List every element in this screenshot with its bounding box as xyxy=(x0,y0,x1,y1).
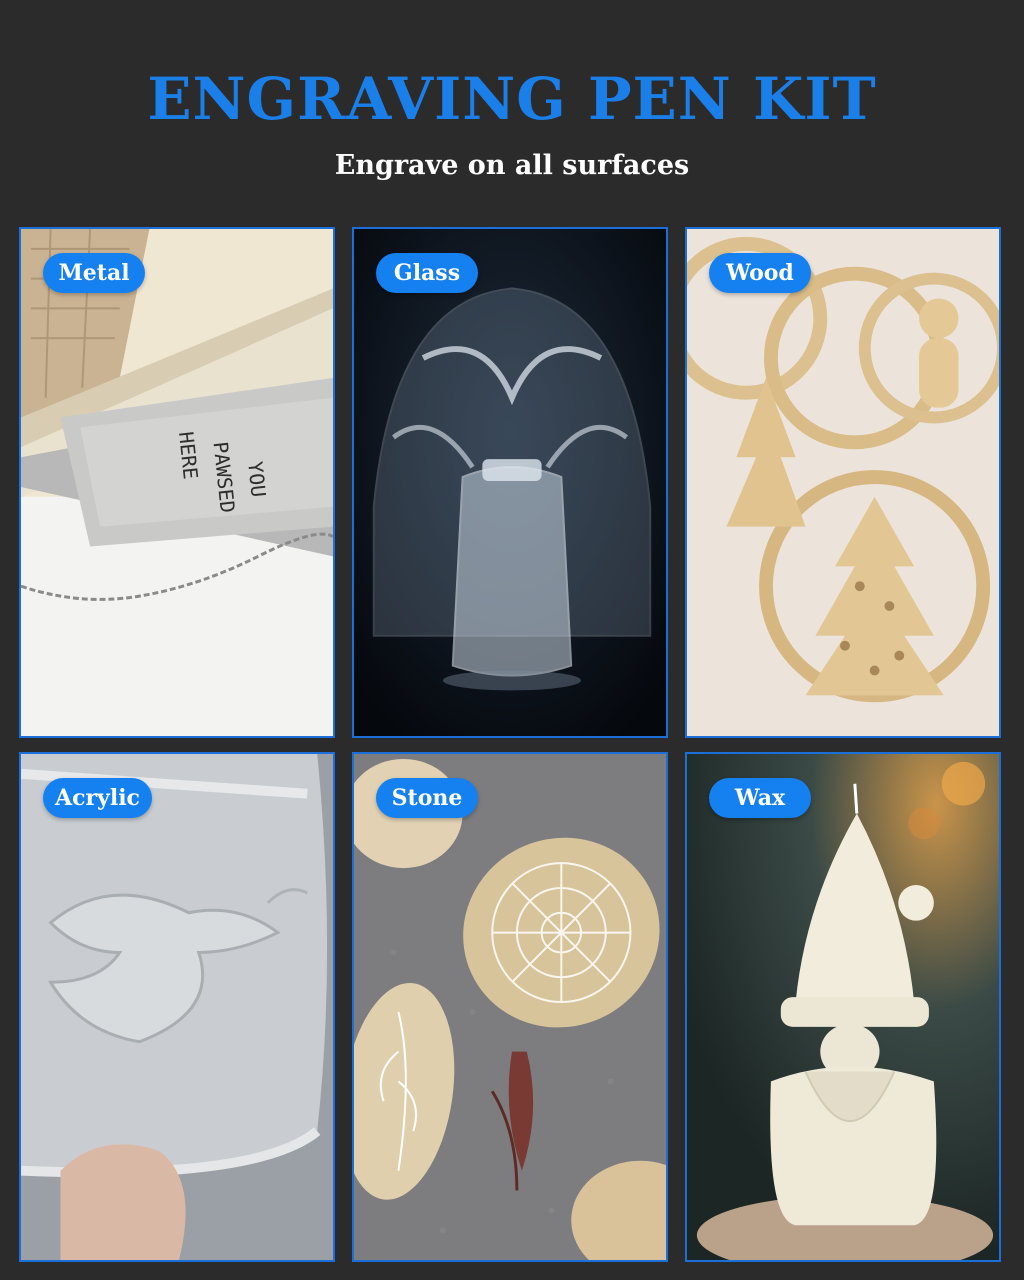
surface-label-metal: Metal xyxy=(43,253,145,293)
surface-tile-metal: YOU PAWSED HERE Metal xyxy=(19,227,335,738)
surface-tile-acrylic: Acrylic xyxy=(19,752,335,1262)
surface-label-stone: Stone xyxy=(376,778,478,818)
stone-photo xyxy=(354,754,666,1260)
surface-label-wax: Wax xyxy=(709,778,811,818)
tag-word-you: YOU xyxy=(243,460,270,498)
acrylic-photo xyxy=(21,754,333,1260)
wax-photo xyxy=(687,754,999,1260)
glass-photo xyxy=(354,229,666,736)
surface-tile-wood: Wood xyxy=(685,227,1001,738)
surface-tile-glass: Glass xyxy=(352,227,668,738)
surface-tile-wax: Wax xyxy=(685,752,1001,1262)
surface-label-glass: Glass xyxy=(376,253,478,293)
wood-photo xyxy=(687,229,999,736)
surface-label-wood: Wood xyxy=(709,253,811,293)
metal-photo: YOU PAWSED HERE xyxy=(21,229,333,736)
surface-grid: YOU PAWSED HERE Metal Glass Wood Acrylic… xyxy=(0,0,1024,1280)
surface-tile-stone: Stone xyxy=(352,752,668,1262)
surface-label-acrylic: Acrylic xyxy=(43,778,152,818)
